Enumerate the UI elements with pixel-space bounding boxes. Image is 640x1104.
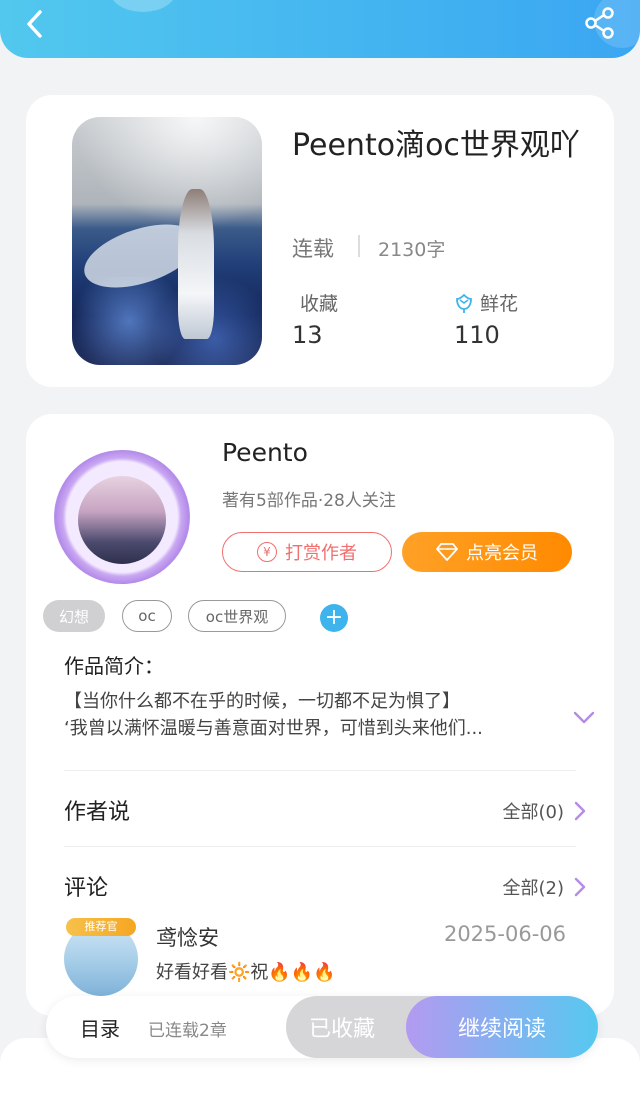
- author-name[interactable]: Peento: [222, 438, 308, 467]
- reward-author-button[interactable]: ¥ 打赏作者: [222, 532, 392, 572]
- cover-light: [72, 117, 262, 229]
- chevron-right-icon: [574, 801, 586, 821]
- comments-label: 评论: [64, 876, 109, 901]
- chevron-left-icon: [27, 10, 42, 38]
- flowers-count: 110: [454, 321, 500, 349]
- tag-fantasy[interactable]: 幻想: [43, 600, 105, 632]
- bottom-action-bar: 目录 已连载2章 已收藏 继续阅读: [46, 996, 598, 1058]
- share-button[interactable]: [582, 5, 618, 41]
- divider: [64, 770, 576, 771]
- continue-reading-button[interactable]: 继续阅读: [406, 996, 598, 1058]
- favorites-label: 收藏: [300, 293, 339, 315]
- tag-oc-worldview[interactable]: oc世界观: [188, 600, 286, 632]
- flowers-label: 鲜花: [480, 293, 519, 315]
- avatar-image: [78, 476, 166, 564]
- book-status: 连载: [292, 237, 334, 261]
- intro-label: 作品简介：: [64, 654, 164, 678]
- add-tag-button[interactable]: +: [320, 604, 348, 632]
- author-avatar[interactable]: [52, 432, 192, 584]
- vip-button[interactable]: 点亮会员: [402, 532, 572, 572]
- recommender-badge: 推荐官: [66, 918, 136, 936]
- tag-oc[interactable]: oc: [122, 600, 172, 632]
- reward-author-label: 打赏作者: [285, 543, 357, 564]
- intro-line: 【当你什么都不在乎的时候，一切都不足为惧了】: [64, 691, 460, 712]
- collected-label: 已收藏: [308, 1017, 375, 1042]
- divider: [358, 235, 360, 257]
- word-count: 2130字: [378, 239, 446, 261]
- comments-count: 全部(2): [502, 878, 565, 899]
- divider: [64, 846, 576, 847]
- comment-date: 2025-06-06: [443, 922, 566, 946]
- chevron-right-icon: [574, 877, 586, 897]
- author-says-all-link[interactable]: 全部(0): [503, 798, 587, 824]
- book-cover-image[interactable]: [72, 117, 262, 365]
- share-icon: [585, 7, 614, 39]
- chapter-count: 已连载2章: [148, 1021, 227, 1041]
- decorative-bubble: [110, 0, 176, 12]
- cover-water: [72, 277, 262, 365]
- commenter-name[interactable]: 鸢惗安: [156, 922, 219, 952]
- favorites-count: 13: [292, 321, 323, 349]
- toc-button[interactable]: 目录: [80, 1013, 120, 1042]
- cover-figure: [178, 189, 214, 339]
- author-says-label: 作者说: [64, 800, 131, 825]
- author-details-card: Peento 著有5部作品·28人关注 ¥ 打赏作者 点亮会员 幻想 oc oc…: [26, 414, 614, 1016]
- comments-all-link[interactable]: 全部(2): [503, 874, 587, 900]
- diamond-icon: [436, 543, 458, 561]
- vip-label: 点亮会员: [466, 543, 538, 564]
- intro-text: 【当你什么都不在乎的时候，一切都不足为惧了】 ‘我曾以满怀温暖与善意面对世界，可…: [64, 688, 554, 742]
- book-info-card: Peento滴oc世界观吖 连载 2130字 收藏 13 鲜花 110: [26, 95, 614, 387]
- comment-text: 好看好看🔆祝🔥🔥🔥: [156, 962, 336, 983]
- author-meta: 著有5部作品·28人关注: [222, 491, 396, 511]
- author-says-count: 全部(0): [502, 802, 565, 823]
- chevron-down-icon[interactable]: [572, 708, 596, 728]
- book-title: Peento滴oc世界观吖: [292, 128, 580, 163]
- flower-icon: [456, 293, 472, 313]
- back-button[interactable]: [18, 6, 54, 42]
- plus-icon: +: [324, 605, 344, 630]
- yen-icon: ¥: [257, 542, 277, 562]
- intro-line: ‘我曾以满怀温暖与善意面对世界，可惜到头来他们...: [64, 718, 483, 739]
- top-bar: [0, 0, 640, 58]
